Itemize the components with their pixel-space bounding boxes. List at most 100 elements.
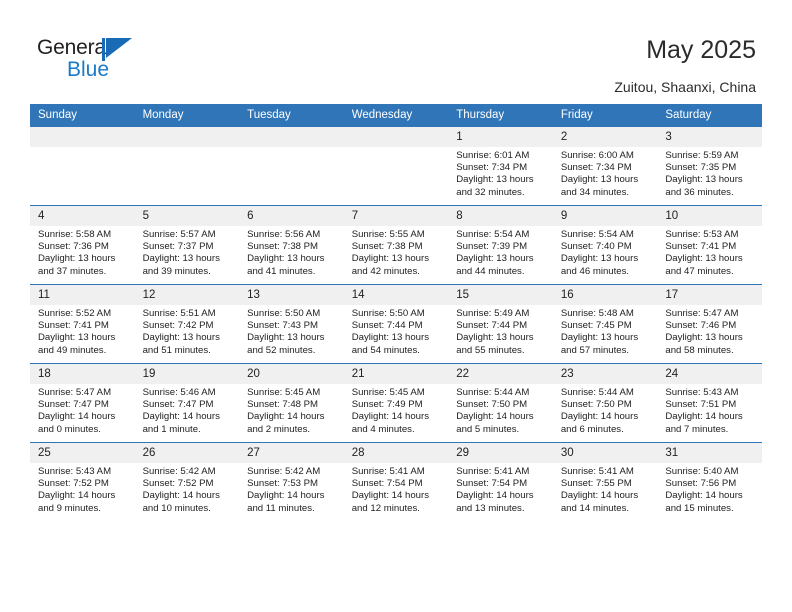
sunset-text: Sunset: 7:56 PM: [665, 478, 737, 490]
day-details: Sunrise: 5:50 AM Sunset: 7:43 PM Dayligh…: [239, 305, 344, 357]
calendar-day-cell[interactable]: 11 Sunrise: 5:52 AM Sunset: 7:41 PM Dayl…: [30, 284, 135, 364]
flag-triangle: [106, 38, 132, 58]
calendar-day-cell[interactable]: 12 Sunrise: 5:51 AM Sunset: 7:42 PM Dayl…: [134, 284, 240, 364]
day-number: 4: [30, 206, 135, 226]
daylight-text-line1: Daylight: 14 hours: [142, 411, 220, 423]
day-number: [30, 127, 135, 147]
calendar-day-cell[interactable]: 29 Sunrise: 5:41 AM Sunset: 7:54 PM Dayl…: [448, 442, 553, 521]
calendar-header-row: Sunday Monday Tuesday Wednesday Thursday…: [30, 104, 762, 127]
day-number: [239, 127, 344, 147]
daylight-text-line1: Daylight: 13 hours: [456, 332, 534, 344]
calendar-day-cell[interactable]: 5 Sunrise: 5:57 AM Sunset: 7:37 PM Dayli…: [134, 205, 240, 285]
day-number: 26: [134, 443, 240, 463]
page-header: General Blue May 2025 Zuitou, Shaanxi, C…: [0, 0, 792, 95]
calendar-day-cell[interactable]: 19 Sunrise: 5:46 AM Sunset: 7:47 PM Dayl…: [134, 363, 240, 443]
day-number: 2: [552, 127, 658, 147]
day-number: 3: [657, 127, 762, 147]
daylight-text-line2: and 32 minutes.: [456, 186, 525, 198]
day-details: Sunrise: 6:00 AM Sunset: 7:34 PM Dayligh…: [553, 147, 658, 199]
calendar-day-cell[interactable]: 28 Sunrise: 5:41 AM Sunset: 7:54 PM Dayl…: [343, 442, 449, 521]
sunset-text: Sunset: 7:39 PM: [456, 241, 528, 253]
day-details: Sunrise: 5:40 AM Sunset: 7:56 PM Dayligh…: [657, 463, 762, 515]
calendar-day-cell[interactable]: [134, 127, 240, 206]
calendar-day-cell[interactable]: 21 Sunrise: 5:45 AM Sunset: 7:49 PM Dayl…: [343, 363, 449, 443]
calendar-day-cell[interactable]: 23 Sunrise: 5:44 AM Sunset: 7:50 PM Dayl…: [552, 363, 658, 443]
calendar-day-cell[interactable]: 27 Sunrise: 5:42 AM Sunset: 7:53 PM Dayl…: [239, 442, 344, 521]
day-number: 6: [239, 206, 344, 226]
sunrise-text: Sunrise: 5:56 AM: [247, 229, 321, 240]
day-details: Sunrise: 5:51 AM Sunset: 7:42 PM Dayligh…: [135, 305, 240, 357]
calendar-day-cell[interactable]: 8 Sunrise: 5:54 AM Sunset: 7:39 PM Dayli…: [448, 205, 553, 285]
sunset-text: Sunset: 7:44 PM: [456, 320, 528, 332]
daylight-text-line1: Daylight: 13 hours: [38, 253, 116, 265]
sunset-text: Sunset: 7:41 PM: [665, 241, 737, 253]
daylight-text-line2: and 5 minutes.: [456, 423, 520, 435]
sunrise-text: Sunrise: 5:49 AM: [456, 308, 530, 319]
calendar-day-cell[interactable]: 16 Sunrise: 5:48 AM Sunset: 7:45 PM Dayl…: [552, 284, 658, 364]
calendar-table: Sunday Monday Tuesday Wednesday Thursday…: [30, 104, 762, 521]
day-number: 25: [30, 443, 135, 463]
general-blue-logo: General Blue: [37, 36, 217, 84]
day-details: Sunrise: 5:55 AM Sunset: 7:38 PM Dayligh…: [344, 226, 449, 278]
calendar-day-cell[interactable]: 15 Sunrise: 5:49 AM Sunset: 7:44 PM Dayl…: [448, 284, 553, 364]
sunset-text: Sunset: 7:52 PM: [142, 478, 214, 490]
calendar-day-cell[interactable]: 2 Sunrise: 6:00 AM Sunset: 7:34 PM Dayli…: [552, 127, 658, 206]
calendar-day-cell[interactable]: 31 Sunrise: 5:40 AM Sunset: 7:56 PM Dayl…: [657, 442, 762, 521]
sunset-text: Sunset: 7:54 PM: [351, 478, 423, 490]
calendar-day-cell[interactable]: [343, 127, 449, 206]
calendar-week-row: 11 Sunrise: 5:52 AM Sunset: 7:41 PM Dayl…: [30, 284, 762, 364]
day-number: 7: [343, 206, 449, 226]
calendar-day-cell[interactable]: 18 Sunrise: 5:47 AM Sunset: 7:47 PM Dayl…: [30, 363, 135, 443]
daylight-text-line1: Daylight: 13 hours: [247, 253, 325, 265]
day-details: Sunrise: 5:43 AM Sunset: 7:51 PM Dayligh…: [657, 384, 762, 436]
calendar-day-cell[interactable]: 9 Sunrise: 5:54 AM Sunset: 7:40 PM Dayli…: [552, 205, 658, 285]
calendar-day-cell[interactable]: 30 Sunrise: 5:41 AM Sunset: 7:55 PM Dayl…: [552, 442, 658, 521]
calendar-week-row: 25 Sunrise: 5:43 AM Sunset: 7:52 PM Dayl…: [30, 442, 762, 521]
calendar-day-cell[interactable]: 24 Sunrise: 5:43 AM Sunset: 7:51 PM Dayl…: [657, 363, 762, 443]
day-number: 1: [448, 127, 553, 147]
daylight-text-line1: Daylight: 13 hours: [560, 253, 639, 265]
day-details: Sunrise: 5:47 AM Sunset: 7:46 PM Dayligh…: [657, 305, 762, 357]
calendar-day-cell[interactable]: 1 Sunrise: 6:01 AM Sunset: 7:34 PM Dayli…: [448, 127, 553, 206]
calendar-day-cell[interactable]: 22 Sunrise: 5:44 AM Sunset: 7:50 PM Dayl…: [448, 363, 553, 443]
sunrise-text: Sunrise: 5:41 AM: [351, 466, 425, 477]
sunrise-text: Sunrise: 5:43 AM: [665, 387, 739, 398]
calendar-day-cell[interactable]: 20 Sunrise: 5:45 AM Sunset: 7:48 PM Dayl…: [239, 363, 344, 443]
calendar-day-cell[interactable]: 13 Sunrise: 5:50 AM Sunset: 7:43 PM Dayl…: [239, 284, 344, 364]
sunrise-text: Sunrise: 6:00 AM: [560, 150, 634, 161]
calendar-day-cell[interactable]: 17 Sunrise: 5:47 AM Sunset: 7:46 PM Dayl…: [657, 284, 762, 364]
calendar-day-cell[interactable]: 4 Sunrise: 5:58 AM Sunset: 7:36 PM Dayli…: [30, 205, 135, 285]
calendar-day-cell[interactable]: 14 Sunrise: 5:50 AM Sunset: 7:44 PM Dayl…: [343, 284, 449, 364]
sunrise-text: Sunrise: 5:40 AM: [665, 466, 739, 477]
sunset-text: Sunset: 7:50 PM: [456, 399, 528, 411]
sunrise-text: Sunrise: 5:53 AM: [665, 229, 739, 240]
sunrise-text: Sunrise: 5:58 AM: [38, 229, 112, 240]
daylight-text-line2: and 15 minutes.: [665, 502, 734, 514]
sunrise-text: Sunrise: 5:41 AM: [560, 466, 634, 477]
day-number: 10: [657, 206, 762, 226]
calendar-day-cell[interactable]: [30, 127, 135, 206]
sunrise-text: Sunrise: 5:52 AM: [38, 308, 112, 319]
calendar-day-cell[interactable]: 10 Sunrise: 5:53 AM Sunset: 7:41 PM Dayl…: [657, 205, 762, 285]
weekday-header-friday: Friday: [552, 104, 658, 127]
daylight-text-line1: Daylight: 14 hours: [247, 490, 325, 502]
day-number: 29: [448, 443, 553, 463]
daylight-text-line1: Daylight: 13 hours: [665, 253, 743, 265]
daylight-text-line2: and 47 minutes.: [665, 265, 734, 277]
calendar-day-cell[interactable]: [239, 127, 344, 206]
calendar-day-cell[interactable]: 26 Sunrise: 5:42 AM Sunset: 7:52 PM Dayl…: [134, 442, 240, 521]
calendar-day-cell[interactable]: 3 Sunrise: 5:59 AM Sunset: 7:35 PM Dayli…: [657, 127, 762, 206]
day-number: 24: [657, 364, 762, 384]
day-number: 12: [134, 285, 240, 305]
sunrise-text: Sunrise: 5:55 AM: [351, 229, 425, 240]
daylight-text-line1: Daylight: 14 hours: [665, 490, 743, 502]
daylight-text-line2: and 39 minutes.: [142, 265, 211, 277]
calendar-day-cell[interactable]: 7 Sunrise: 5:55 AM Sunset: 7:38 PM Dayli…: [343, 205, 449, 285]
day-number: 5: [134, 206, 240, 226]
sunrise-text: Sunrise: 5:44 AM: [456, 387, 530, 398]
sunset-text: Sunset: 7:41 PM: [38, 320, 109, 332]
sunset-text: Sunset: 7:47 PM: [142, 399, 214, 411]
calendar-day-cell[interactable]: 6 Sunrise: 5:56 AM Sunset: 7:38 PM Dayli…: [239, 205, 344, 285]
calendar-day-cell[interactable]: 25 Sunrise: 5:43 AM Sunset: 7:52 PM Dayl…: [30, 442, 135, 521]
daylight-text-line2: and 14 minutes.: [560, 502, 630, 514]
